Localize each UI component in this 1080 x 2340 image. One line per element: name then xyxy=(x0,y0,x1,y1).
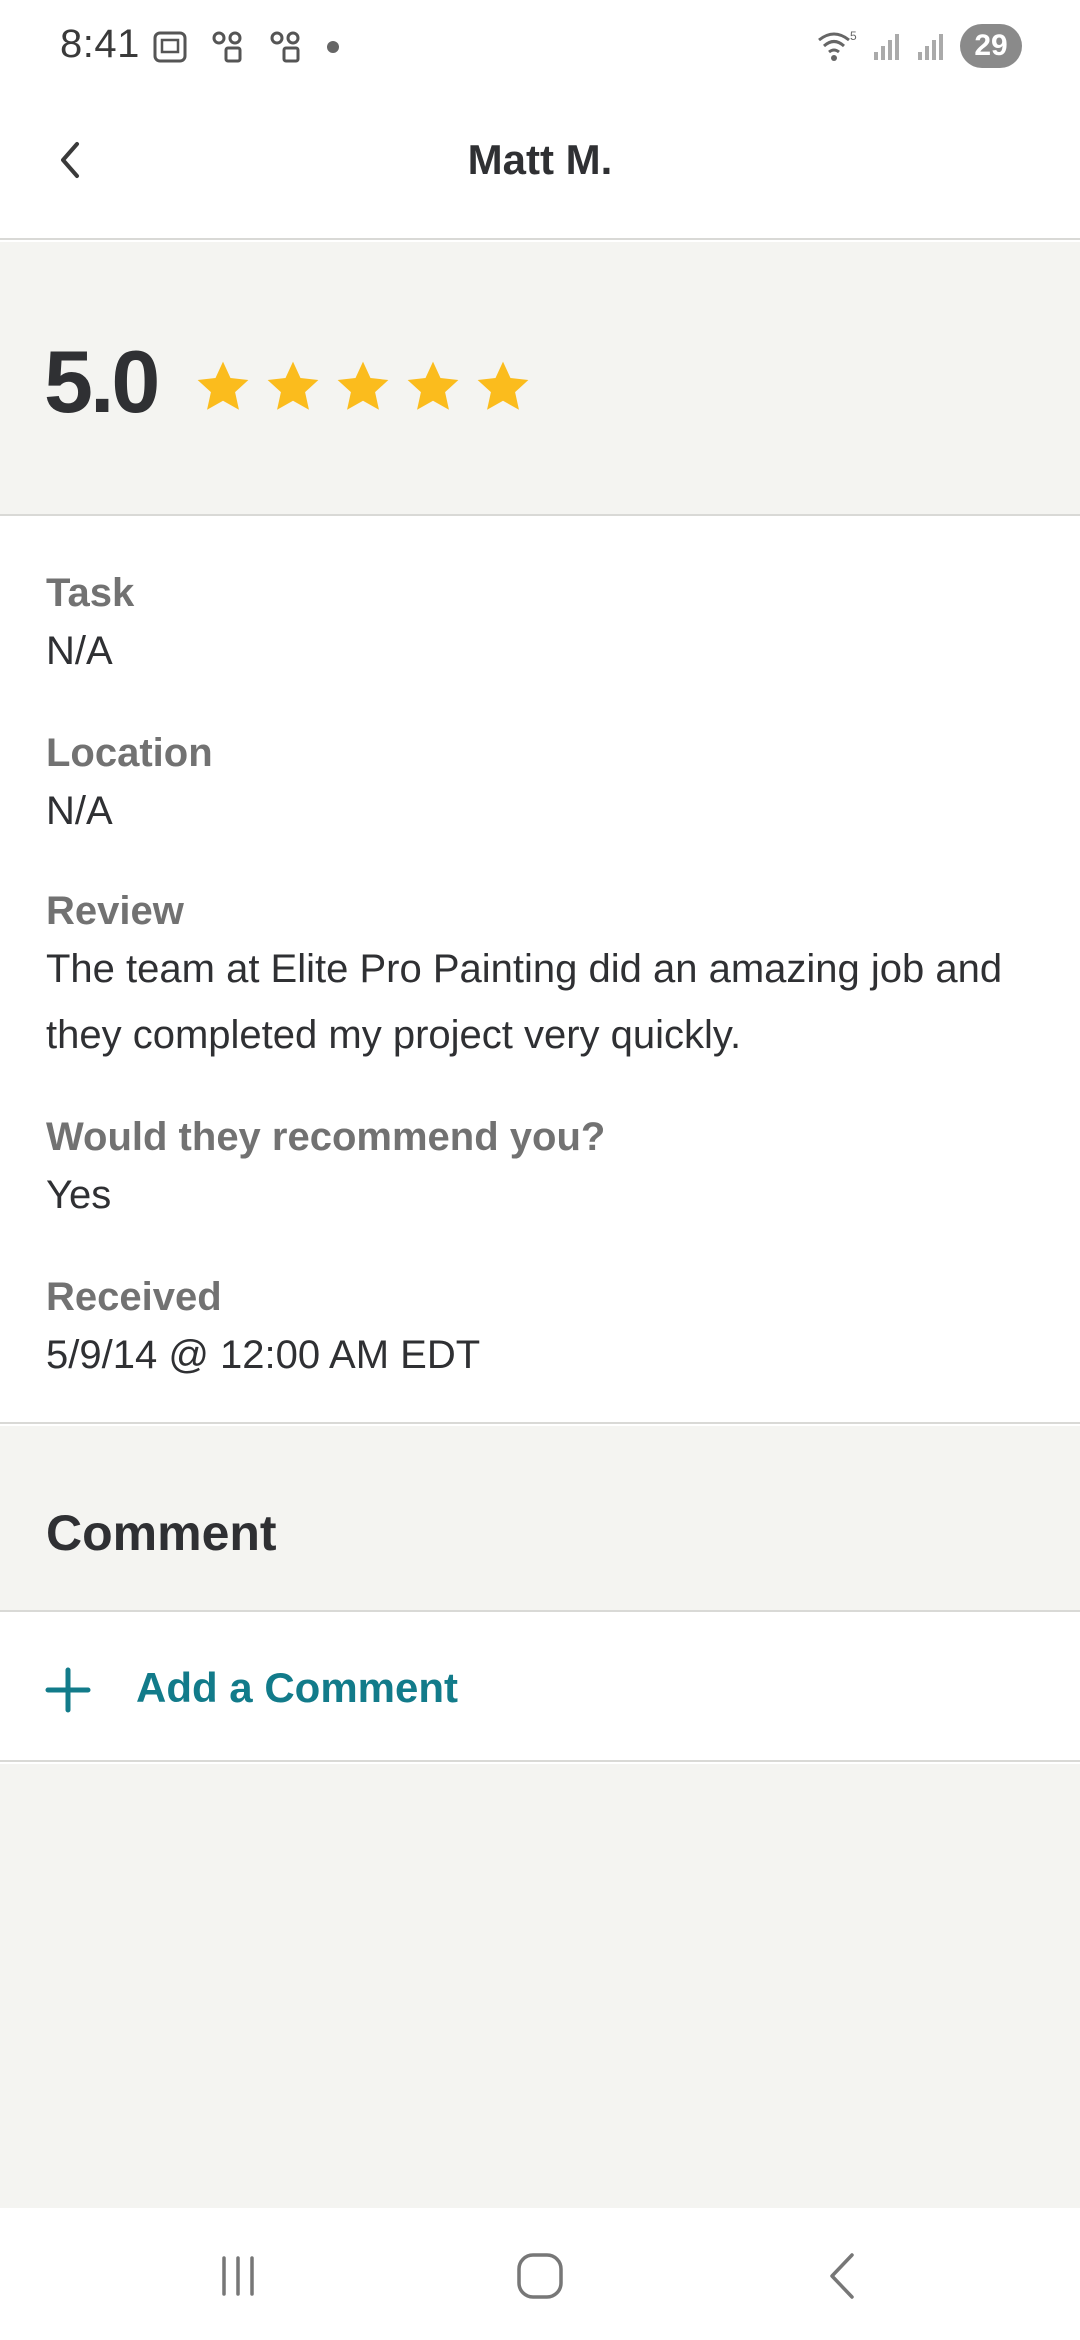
battery-level: 29 xyxy=(974,29,1008,62)
review-label: Review xyxy=(46,889,184,933)
top-app-bar: Matt M. xyxy=(0,96,1080,240)
star-icon xyxy=(477,361,529,410)
recommend-label: Would they recommend you? xyxy=(46,1115,606,1159)
home-button[interactable] xyxy=(500,2246,580,2306)
star-icon xyxy=(197,361,249,410)
location-label: Location xyxy=(46,731,213,775)
plus-icon xyxy=(45,1667,91,1713)
task-field: Task N/A xyxy=(46,568,1040,684)
star-icon xyxy=(267,361,319,410)
nav-back-button[interactable] xyxy=(802,2246,882,2306)
review-field: Review The team at Elite Pro Painting di… xyxy=(46,886,1040,1068)
review-text: The team at Elite Pro Painting did an am… xyxy=(46,947,1003,1057)
system-icons: 5 29 xyxy=(816,24,1022,68)
voicemail-icon xyxy=(270,31,300,63)
voicemail-icon xyxy=(212,31,242,63)
signal-icon xyxy=(874,34,899,60)
rating-summary: 5.0 xyxy=(0,242,1080,516)
star-icon xyxy=(337,361,389,410)
received-field: Received 5/9/14 @ 12:00 AM EDT xyxy=(46,1272,1040,1388)
notification-dot-icon xyxy=(327,41,339,53)
back-icon xyxy=(830,2253,854,2299)
wifi-icon: 5 xyxy=(818,29,857,61)
comment-title: Comment xyxy=(46,1505,277,1561)
task-label: Task xyxy=(46,571,135,615)
recommend-value: Yes xyxy=(46,1173,112,1217)
review-details: Task N/A Location N/A Review The team at… xyxy=(0,518,1080,1424)
star-rating xyxy=(194,358,532,416)
home-icon xyxy=(517,2253,563,2299)
page-title: Matt M. xyxy=(467,136,613,183)
screenshot-icon xyxy=(153,31,187,63)
received-value: 5/9/14 @ 12:00 AM EDT xyxy=(46,1333,481,1377)
add-comment-label: Add a Comment xyxy=(136,1664,459,1711)
system-nav-bar xyxy=(0,2208,1080,2340)
star-icon xyxy=(407,361,459,410)
svg-text:5: 5 xyxy=(850,29,857,43)
comment-section-header: Comment xyxy=(0,1426,1080,1612)
recents-button[interactable] xyxy=(198,2246,278,2306)
rating-value: 5.0 xyxy=(44,332,160,431)
status-bar: 8:41 5 29 xyxy=(0,0,1080,96)
signal-icon xyxy=(918,34,943,60)
review-detail-screen: 8:41 5 29 Matt M. 5.0 Task N/A Location … xyxy=(0,0,1080,2340)
location-field: Location N/A xyxy=(46,728,1040,844)
add-comment-button[interactable]: Add a Comment xyxy=(0,1614,1080,1762)
location-value: N/A xyxy=(46,789,113,833)
empty-area xyxy=(0,1764,1080,2208)
notification-icons xyxy=(152,30,340,64)
received-label: Received xyxy=(46,1275,222,1319)
task-value: N/A xyxy=(46,629,113,673)
battery-icon: 29 xyxy=(960,24,1022,68)
status-time: 8:41 xyxy=(60,22,140,66)
recommend-field: Would they recommend you? Yes xyxy=(46,1112,1040,1228)
recents-icon xyxy=(222,2256,254,2296)
